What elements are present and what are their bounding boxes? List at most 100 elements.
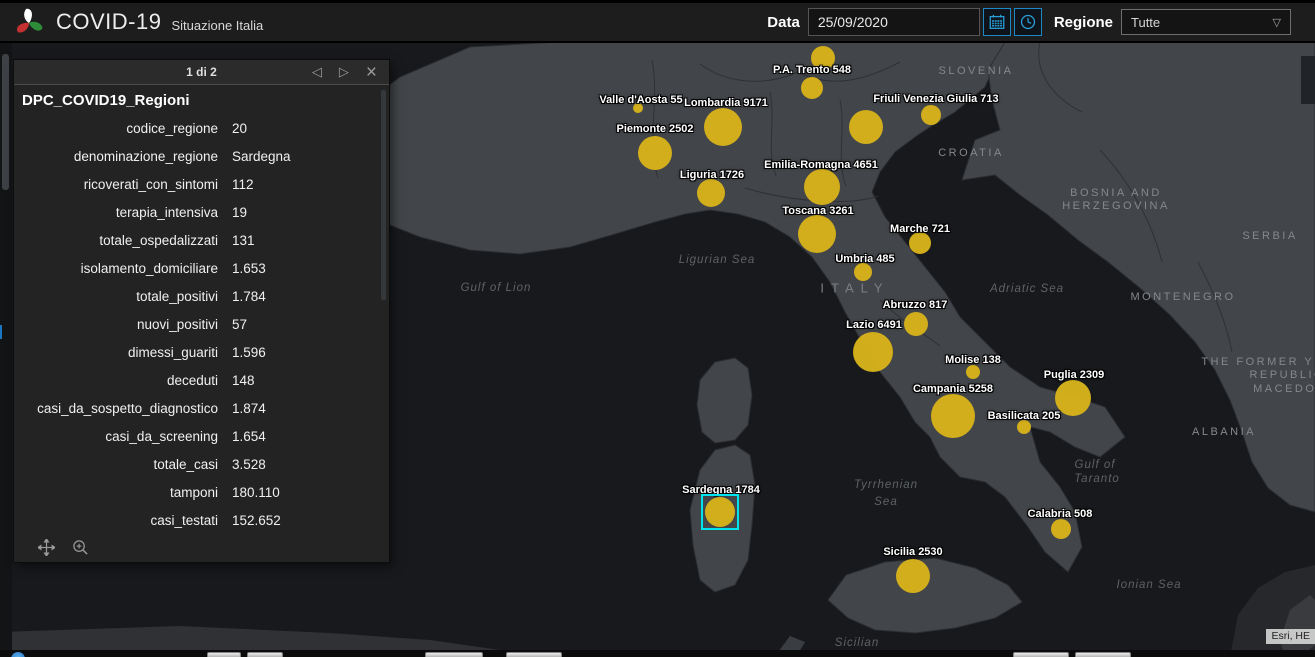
app-subtitle: Situazione Italia	[171, 18, 263, 33]
popup-row-value: 20	[232, 121, 247, 136]
taskbar-button[interactable]	[1075, 652, 1131, 657]
popup-row: codice_regione 20	[14, 114, 389, 142]
popup-row-value: Sardegna	[232, 149, 291, 164]
popup-next-button[interactable]: ▷	[339, 64, 349, 80]
region-bubble-label-lazio: Lazio 6491	[846, 319, 902, 331]
left-panel-indicator	[0, 325, 2, 339]
right-scrollbar-thumb[interactable]	[1301, 56, 1315, 104]
taskbar-button[interactable]	[207, 652, 241, 657]
region-bubble-lazio[interactable]	[853, 332, 893, 372]
selection-highlight	[701, 494, 739, 530]
taskbar-button[interactable]	[247, 652, 283, 657]
popup-attribute-table: codice_regione 20 denominazione_regione Sar…	[14, 114, 389, 534]
region-bubble-sicilia[interactable]	[896, 559, 930, 593]
taskbar-button[interactable]	[1013, 652, 1069, 657]
region-bubble-label-piemonte: Piemonte 2502	[616, 123, 693, 135]
left-scrollbar[interactable]	[0, 42, 12, 657]
popup-row-value: 112	[232, 177, 254, 192]
region-bubble-campania[interactable]	[931, 394, 975, 438]
land-corsica	[697, 358, 752, 443]
popup-row-label: totale_ospedalizzati	[14, 233, 218, 248]
zoom-to-feature-icon[interactable]	[72, 539, 89, 556]
region-bubble-veneto-unlabeled[interactable]	[849, 110, 883, 144]
region-bubble-basilicata[interactable]	[1017, 420, 1031, 434]
popup-row-label: totale_positivi	[14, 289, 218, 304]
data-label: Data	[767, 14, 800, 31]
popup-row-value: 180.110	[232, 485, 280, 500]
region-bubble-label-abruzzo: Abruzzo 817	[883, 299, 948, 311]
popup-row: deceduti 148	[14, 366, 389, 394]
region-bubble-emilia-romagna[interactable]	[804, 169, 840, 205]
covid-dashboard: SLOVENIACROATIABOSNIA ANDHERZEGOVINASERB…	[0, 0, 1315, 657]
region-bubble-friuli[interactable]	[921, 105, 941, 125]
region-bubble-molise[interactable]	[966, 365, 980, 379]
time-button[interactable]	[1014, 8, 1042, 36]
popup-row-label: codice_regione	[14, 121, 218, 136]
popup-row-label: casi_da_screening	[14, 429, 218, 444]
region-bubble-label-pa-trento: P.A. Trento 548	[773, 64, 851, 76]
region-bubble-marche[interactable]	[909, 232, 931, 254]
dalmatian-islands-2	[1034, 252, 1096, 310]
regione-dropdown[interactable]: Tutte ▽	[1121, 9, 1291, 35]
popup-row-value: 1.596	[232, 345, 266, 360]
region-bubble-label-liguria: Liguria 1726	[680, 169, 744, 181]
popup-row-label: denominazione_regione	[14, 149, 218, 164]
popup-row: ricoverati_con_sintomi 112	[14, 170, 389, 198]
region-bubble-pa-trento[interactable]	[801, 77, 823, 99]
popup-scrollbar-thumb[interactable]	[381, 90, 386, 300]
popup-row-label: nuovi_positivi	[14, 317, 218, 332]
popup-row: casi_testati 152.652	[14, 506, 389, 534]
region-bubble-abruzzo[interactable]	[904, 312, 928, 336]
popup-row-label: deceduti	[14, 373, 218, 388]
popup-row-label: tamponi	[14, 485, 218, 500]
popup-row-value: 3.528	[232, 457, 266, 472]
date-input[interactable]	[808, 8, 980, 36]
region-bubble-label-molise: Molise 138	[945, 354, 1001, 366]
popup-row-label: casi_da_sospetto_diagnostico	[14, 401, 218, 416]
taskbar-button[interactable]	[425, 652, 483, 657]
region-bubble-label-friuli: Friuli Venezia Giulia 713	[873, 93, 998, 105]
popup-row: isolamento_domiciliare1.653	[14, 254, 389, 282]
region-bubble-calabria[interactable]	[1051, 519, 1071, 539]
left-scrollbar-thumb[interactable]	[2, 54, 9, 190]
app-title: COVID-19	[56, 9, 161, 35]
popup-row-label: casi_testati	[14, 513, 218, 528]
clock-icon	[1019, 13, 1037, 31]
region-bubble-umbria[interactable]	[854, 263, 872, 281]
region-bubble-lombardia[interactable]	[704, 108, 742, 146]
taskbar-start-icon[interactable]	[11, 652, 25, 657]
feature-popup: 1 di 2 ◁ ▷ × DPC_COVID19_Regioni codice_…	[14, 60, 389, 562]
region-bubble-label-emilia-romagna: Emilia-Romagna 4651	[764, 159, 878, 171]
taskbar	[0, 650, 1315, 657]
region-bubble-label-valle-daosta: Valle d'Aosta 55	[599, 94, 682, 106]
popup-row: casi_da_screening1.654	[14, 422, 389, 450]
popup-row-value: 131	[232, 233, 255, 248]
popup-row: denominazione_regione Sardegna	[14, 142, 389, 170]
map-attribution: Esri, HE	[1266, 629, 1315, 644]
popup-header: 1 di 2 ◁ ▷ ×	[14, 60, 389, 85]
popup-row: nuovi_positivi57	[14, 310, 389, 338]
region-bubble-toscana[interactable]	[798, 215, 836, 253]
popup-row: totale_casi3.528	[14, 450, 389, 478]
regione-label: Regione	[1054, 14, 1113, 31]
popup-row-value: 152.652	[232, 513, 281, 528]
popup-row: totale_ospedalizzati 131	[14, 226, 389, 254]
pan-to-feature-icon[interactable]	[38, 539, 55, 556]
region-bubble-label-sicilia: Sicilia 2530	[883, 546, 942, 558]
region-bubble-label-lombardia: Lombardia 9171	[684, 97, 768, 109]
calendar-button[interactable]	[983, 8, 1011, 36]
popup-row-value: 19	[232, 205, 247, 220]
taskbar-button[interactable]	[506, 652, 562, 657]
regione-dropdown-value: Tutte	[1131, 15, 1160, 30]
popup-prev-button[interactable]: ◁	[312, 64, 322, 80]
region-bubble-liguria[interactable]	[697, 179, 725, 207]
region-bubble-label-umbria: Umbria 485	[835, 253, 894, 265]
calendar-icon	[988, 13, 1006, 31]
popup-row: terapia_intensiva19	[14, 198, 389, 226]
popup-row-label: ricoverati_con_sintomi	[14, 177, 218, 192]
region-bubble-label-calabria: Calabria 508	[1028, 508, 1093, 520]
popup-title: DPC_COVID19_Regioni	[22, 92, 190, 109]
popup-close-button[interactable]: ×	[366, 63, 377, 82]
popup-row-value: 148	[232, 373, 255, 388]
region-bubble-piemonte[interactable]	[638, 136, 672, 170]
